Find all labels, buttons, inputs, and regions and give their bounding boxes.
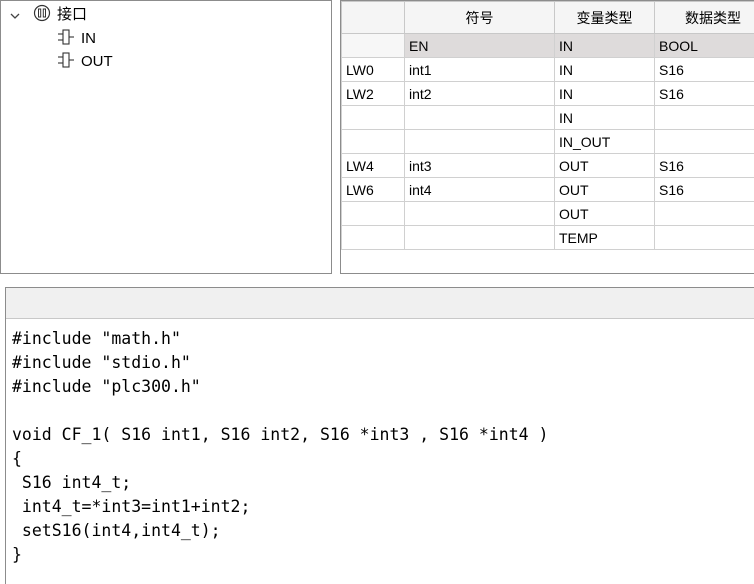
code-line[interactable]: #include "math.h": [12, 327, 754, 351]
table-row[interactable]: IN: [341, 105, 754, 130]
code-line[interactable]: #include "stdio.h": [12, 351, 754, 375]
address-cell: LW6: [341, 177, 405, 202]
code-line[interactable]: #include "plc300.h": [12, 375, 754, 399]
symbol-cell[interactable]: int4: [404, 177, 555, 202]
data-type-cell[interactable]: [654, 105, 754, 130]
address-cell: [341, 201, 405, 226]
table-row[interactable]: LW6 int4 OUT S16: [341, 177, 754, 202]
table-row[interactable]: LW2 int2 IN S16: [341, 81, 754, 106]
pin-icon: [57, 28, 75, 50]
column-header-data-type[interactable]: 数据类型: [654, 1, 754, 34]
symbol-cell[interactable]: int1: [404, 57, 555, 82]
symbol-cell[interactable]: int2: [404, 81, 555, 106]
table-row[interactable]: LW0 int1 IN S16: [341, 57, 754, 82]
symbol-cell[interactable]: [404, 225, 555, 250]
interface-icon: [33, 4, 51, 26]
code-line[interactable]: int4_t=*int3=int1+int2;: [12, 495, 754, 519]
data-type-cell[interactable]: [654, 129, 754, 154]
data-type-cell[interactable]: S16: [654, 177, 754, 202]
address-cell: [341, 225, 405, 250]
table-row[interactable]: EN IN BOOL: [341, 33, 754, 58]
column-header-symbol[interactable]: 符号: [404, 1, 555, 34]
table-row[interactable]: OUT: [341, 201, 754, 226]
symbol-cell[interactable]: EN: [404, 33, 555, 58]
pin-icon: [57, 51, 75, 73]
code-line[interactable]: [12, 399, 754, 423]
table-row[interactable]: TEMP: [341, 225, 754, 250]
code-line[interactable]: void CF_1( S16 int1, S16 int2, S16 *int3…: [12, 423, 754, 447]
tree-node-out[interactable]: OUT: [57, 51, 113, 73]
code-editor[interactable]: #include "math.h" #include "stdio.h" #incl…: [5, 287, 754, 584]
symbol-cell[interactable]: [404, 129, 555, 154]
data-type-cell[interactable]: [654, 201, 754, 226]
table-row[interactable]: IN_OUT: [341, 129, 754, 154]
interface-tree-panel: 接口 IN OUT: [0, 0, 332, 274]
symbol-cell[interactable]: [404, 105, 555, 130]
code-line[interactable]: {: [12, 447, 754, 471]
address-cell: LW2: [341, 81, 405, 106]
address-cell: LW4: [341, 153, 405, 178]
variable-type-cell[interactable]: IN: [554, 105, 655, 130]
tree-node-label: OUT: [81, 53, 113, 70]
data-type-cell[interactable]: BOOL: [654, 33, 754, 58]
column-header-variable-type[interactable]: 变量类型: [554, 1, 655, 34]
table-header-row: 符号 变量类型 数据类型: [341, 1, 754, 34]
data-type-cell[interactable]: S16: [654, 81, 754, 106]
variable-type-cell[interactable]: TEMP: [554, 225, 655, 250]
data-type-cell[interactable]: [654, 225, 754, 250]
code-line[interactable]: }: [12, 543, 754, 567]
code-line[interactable]: setS16(int4,int4_t);: [12, 519, 754, 543]
data-type-cell[interactable]: S16: [654, 57, 754, 82]
tree-node-interface[interactable]: 接口: [9, 4, 87, 26]
variable-type-cell[interactable]: IN: [554, 57, 655, 82]
tree-node-label: IN: [81, 30, 96, 47]
variable-type-cell[interactable]: IN: [554, 33, 655, 58]
editor-header-bar: [6, 288, 754, 319]
address-cell: LW0: [341, 57, 405, 82]
variable-type-cell[interactable]: OUT: [554, 201, 655, 226]
variable-type-cell[interactable]: IN: [554, 81, 655, 106]
code-text-area[interactable]: #include "math.h" #include "stdio.h" #incl…: [6, 319, 754, 567]
variable-table: 符号 变量类型 数据类型 EN IN BOOL LW0 int1 IN S16 …: [341, 1, 754, 250]
tree-node-in[interactable]: IN: [57, 28, 96, 50]
address-cell: [341, 129, 405, 154]
variable-type-cell[interactable]: OUT: [554, 177, 655, 202]
column-header-address[interactable]: [341, 1, 405, 34]
variable-table-panel: 符号 变量类型 数据类型 EN IN BOOL LW0 int1 IN S16 …: [340, 0, 754, 274]
address-cell: [341, 105, 405, 130]
table-row[interactable]: LW4 int3 OUT S16: [341, 153, 754, 178]
variable-type-cell[interactable]: OUT: [554, 153, 655, 178]
symbol-cell[interactable]: [404, 201, 555, 226]
symbol-cell[interactable]: int3: [404, 153, 555, 178]
code-line[interactable]: S16 int4_t;: [12, 471, 754, 495]
data-type-cell[interactable]: S16: [654, 153, 754, 178]
tree-node-label: 接口: [57, 6, 88, 23]
variable-type-cell[interactable]: IN_OUT: [554, 129, 655, 154]
chevron-down-icon[interactable]: [9, 9, 21, 21]
address-cell: [341, 33, 405, 58]
